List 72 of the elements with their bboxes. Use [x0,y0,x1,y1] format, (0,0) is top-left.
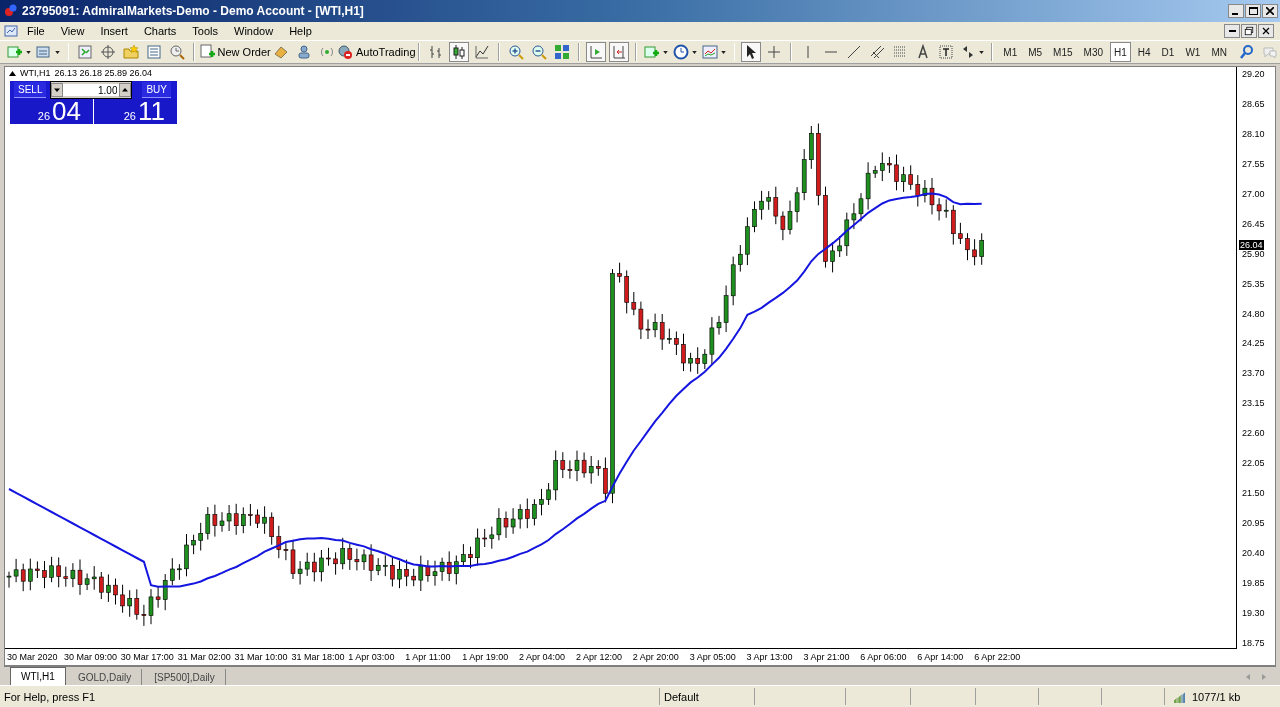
new-order-button[interactable]: New Order [201,42,269,62]
price-label: 20.95 [1241,518,1266,530]
price-label: 22.60 [1241,428,1266,440]
price-label: 25.35 [1241,278,1266,290]
menu-item[interactable]: Window [227,24,281,38]
time-label: 1 Apr 19:00 [462,651,510,664]
price-label: 27.00 [1241,188,1266,200]
current-price-label: 26.04 [1239,240,1264,250]
price-label: 20.40 [1241,548,1266,559]
time-label: 30 Mar 09:00 [63,651,118,664]
timeframe-button[interactable]: H1 [1110,42,1131,62]
time-label: 2 Apr 12:00 [575,651,623,664]
price-label: 18.75 [1241,637,1266,649]
price-label: 19.85 [1241,577,1266,589]
timeframe-button[interactable]: D1 [1157,42,1179,62]
volume-spinner[interactable]: 1.00 [50,81,133,99]
price-label: 19.30 [1241,607,1266,619]
timeframe-button[interactable]: MN [1207,42,1231,62]
chart-tab[interactable]: WTI,H1 [10,667,66,685]
menu-item[interactable]: View [53,24,92,38]
time-label: 6 Apr 14:00 [917,651,965,664]
price-label: 28.65 [1241,98,1266,110]
timeframe-button[interactable]: M15 [1049,42,1077,62]
price-label: 22.05 [1241,458,1266,470]
autotrading-button[interactable]: AutoTrading [340,42,413,62]
time-label: 3 Apr 05:00 [689,651,737,664]
price-prefix: 26 [123,110,136,122]
price-label: 29.20 [1241,69,1266,80]
timeframe-button[interactable]: M1 [999,42,1022,62]
status-profile: Default [660,688,755,705]
time-label: 1 Apr 03:00 [348,651,396,664]
menu-item[interactable]: Help [282,24,319,38]
timeframe-button[interactable]: W1 [1181,42,1205,62]
traffic-text: 1077/1 kb [1192,690,1241,703]
timeframe-button[interactable]: H4 [1133,42,1155,62]
price-label: 28.10 [1241,128,1266,140]
timeframe-button[interactable]: M5 [1024,42,1047,62]
price-label: 23.15 [1241,398,1266,410]
buy-button[interactable]: BUY [142,82,171,98]
price-prefix: 26 [37,110,51,122]
price-label: 23.70 [1241,368,1266,380]
time-label: 30 Mar 17:00 [120,651,175,664]
price-label: 24.25 [1241,338,1266,350]
price-label: 21.50 [1241,488,1266,500]
menu-item[interactable]: Charts [136,24,184,38]
chart-symbol: WTI,H1 [20,68,51,78]
price-label: 25.90 [1241,248,1266,260]
ohlc-quote: 26.13 26.18 25.89 26.04 [54,68,153,78]
price-label: 24.80 [1241,308,1266,320]
status-help-text: For Help, press F1 [0,688,660,705]
time-label: 3 Apr 21:00 [803,651,851,664]
menu-item[interactable]: File [20,24,52,38]
time-label: 6 Apr 22:00 [974,651,1022,664]
menu-item[interactable]: Tools [185,24,225,38]
time-label: 1 Apr 11:00 [405,651,452,664]
sell-button[interactable]: SELL [14,82,47,98]
sell-price: 04 [52,99,81,124]
menu-item[interactable]: Insert [93,24,135,38]
volume-field[interactable]: 1.00 [63,84,120,96]
timeframe-button[interactable]: M30 [1079,42,1107,62]
time-label: 2 Apr 04:00 [519,651,567,664]
buy-price: 11 [138,99,165,124]
time-label: 30 Mar 2020 [7,651,59,664]
price-label: 26.45 [1241,218,1266,230]
time-label: 2 Apr 20:00 [632,651,680,664]
price-label: 27.55 [1241,158,1266,170]
time-label: 31 Mar 18:00 [291,651,346,664]
window-title: 23795091: AdmiralMarkets-Demo - Demo Account - [WTI,H1] [22,4,365,18]
time-label: 31 Mar 02:00 [177,651,232,664]
time-label: 31 Mar 10:00 [234,651,289,664]
time-label: 3 Apr 13:00 [746,651,794,664]
time-label: 6 Apr 06:00 [860,651,908,664]
